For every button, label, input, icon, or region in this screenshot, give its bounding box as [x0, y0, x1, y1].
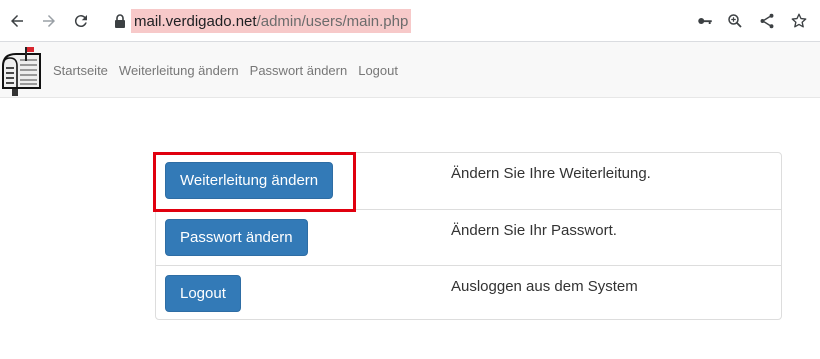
- nav-passwort[interactable]: Passwort ändern: [250, 63, 348, 78]
- nav-links: Startseite Weiterleitung ändern Passwort…: [53, 42, 409, 98]
- app-navbar: Startseite Weiterleitung ändern Passwort…: [0, 42, 820, 98]
- share-icon[interactable]: [757, 11, 777, 31]
- actions-table: Weiterleitung ändern Ändern Sie Ihre Wei…: [155, 152, 782, 320]
- nav-weiterleitung[interactable]: Weiterleitung ändern: [119, 63, 239, 78]
- key-icon[interactable]: [695, 11, 715, 31]
- table-row: Weiterleitung ändern Ändern Sie Ihre Wei…: [156, 153, 781, 209]
- lock-icon[interactable]: [113, 13, 127, 29]
- reload-icon[interactable]: [70, 10, 92, 32]
- url-host: mail.verdigado.net: [134, 12, 257, 30]
- passwort-button[interactable]: Passwort ändern: [165, 219, 308, 256]
- table-row: Logout Ausloggen aus dem System: [156, 265, 781, 321]
- passwort-description: Ändern Sie Ihr Passwort.: [451, 222, 617, 239]
- back-icon[interactable]: [6, 10, 28, 32]
- browser-toolbar: mail.verdigado.net/admin/users/main.php: [0, 0, 820, 42]
- weiterleitung-description: Ändern Sie Ihre Weiterleitung.: [451, 165, 651, 182]
- logout-description: Ausloggen aus dem System: [451, 278, 638, 295]
- table-row: Passwort ändern Ändern Sie Ihr Passwort.: [156, 209, 781, 265]
- mailbox-logo[interactable]: [0, 44, 50, 96]
- nav-startseite[interactable]: Startseite: [53, 63, 108, 78]
- forward-icon[interactable]: [38, 10, 60, 32]
- weiterleitung-button[interactable]: Weiterleitung ändern: [165, 162, 334, 199]
- address-bar[interactable]: mail.verdigado.net/admin/users/main.php: [131, 9, 412, 33]
- star-icon[interactable]: [789, 11, 809, 31]
- logout-button[interactable]: Logout: [165, 275, 241, 312]
- nav-logout[interactable]: Logout: [358, 63, 398, 78]
- url-path: /admin/users/main.php: [256, 12, 409, 30]
- zoom-icon[interactable]: [725, 11, 745, 31]
